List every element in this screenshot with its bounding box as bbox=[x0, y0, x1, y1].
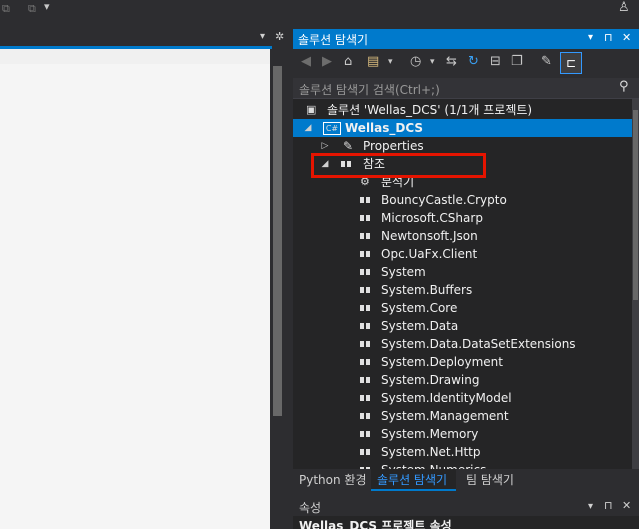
references-highlight-box bbox=[311, 153, 486, 178]
tree-item-reference[interactable]: System.Data.DataSetExtensions bbox=[293, 335, 633, 353]
layout-icon[interactable]: ⧉ bbox=[2, 2, 10, 16]
solution-explorer-title: 솔루션 탐색기 bbox=[298, 33, 369, 47]
tree-item-label: BouncyCastle.Crypto bbox=[381, 193, 507, 207]
tree-item-label: System bbox=[381, 265, 426, 279]
preview-toggle-icon[interactable]: ⊏ bbox=[560, 52, 582, 74]
tree-item-reference[interactable]: System.Core bbox=[293, 299, 633, 317]
reference-icon bbox=[360, 305, 372, 311]
tree-item-label: Opc.UaFx.Client bbox=[381, 247, 478, 261]
tab-solution-explorer[interactable]: 솔루션 탐색기 bbox=[377, 471, 447, 488]
reference-icon bbox=[360, 359, 372, 365]
properties-subtitle: Wellas_DCS 프로젝트 속성 bbox=[299, 519, 452, 529]
top-toolbar-strip bbox=[0, 0, 639, 28]
tree-item-reference[interactable]: BouncyCastle.Crypto bbox=[293, 191, 633, 209]
tab-python-environments[interactable]: Python 환경 bbox=[299, 471, 367, 488]
refresh-icon[interactable]: ↻ bbox=[468, 54, 479, 69]
tree-item-label: System.IdentityModel bbox=[381, 391, 512, 405]
editor-scroll-thumb[interactable] bbox=[273, 66, 282, 416]
tree-item-reference[interactable]: System.IdentityModel bbox=[293, 389, 633, 407]
editor-header bbox=[0, 49, 270, 65]
tree-item-reference[interactable]: System.Management bbox=[293, 407, 633, 425]
tree-item-label: System.Buffers bbox=[381, 283, 473, 297]
properties-wrench-icon[interactable]: ✎ bbox=[541, 54, 552, 69]
tree-item-label: System.Memory bbox=[381, 427, 479, 441]
reference-icon bbox=[360, 377, 372, 383]
account-icon[interactable]: ♙ bbox=[618, 0, 630, 15]
reference-icon bbox=[360, 323, 372, 329]
tree-item-label: System.Data bbox=[381, 319, 459, 333]
reference-icon bbox=[360, 341, 372, 347]
window-position-icon[interactable]: ▾ bbox=[588, 501, 593, 512]
tree-item-reference[interactable]: Microsoft.CSharp bbox=[293, 209, 633, 227]
reference-icon bbox=[360, 215, 372, 221]
window-position-icon[interactable]: ▾ bbox=[588, 32, 593, 43]
tree-item-label: Microsoft.CSharp bbox=[381, 211, 483, 225]
tree-item-reference[interactable]: System bbox=[293, 263, 633, 281]
reference-icon bbox=[360, 413, 372, 419]
close-icon[interactable]: ✕ bbox=[622, 499, 631, 512]
chevron-down-icon[interactable]: ▾ bbox=[430, 57, 435, 67]
reference-icon bbox=[360, 269, 372, 275]
tree-item-label: System.Deployment bbox=[381, 355, 503, 369]
chevron-down-icon[interactable]: ▾ bbox=[44, 0, 50, 13]
tab-dropdown-icon[interactable]: ▾ bbox=[260, 31, 265, 42]
expanded-arrow-icon[interactable]: ◢ bbox=[302, 119, 314, 137]
tree-item-label: System.Numerics bbox=[381, 461, 486, 469]
search-icon[interactable]: ⚲ bbox=[619, 79, 629, 94]
reference-icon bbox=[360, 197, 372, 203]
close-icon[interactable]: ✕ bbox=[622, 31, 631, 44]
properties-title: 속성 bbox=[299, 501, 322, 515]
pin-icon[interactable]: ⊓ bbox=[604, 499, 613, 512]
reference-icon bbox=[360, 431, 372, 437]
tree-item-reference[interactable]: System.Net.Http bbox=[293, 443, 633, 461]
settings-icon[interactable]: ✲ bbox=[275, 30, 284, 43]
chevron-down-icon[interactable]: ▾ bbox=[388, 57, 393, 67]
tree-item-project[interactable]: ◢ C# Wellas_DCS bbox=[293, 119, 633, 137]
forward-icon[interactable]: ▶ bbox=[322, 54, 332, 69]
home-icon[interactable]: ⌂ bbox=[344, 54, 352, 69]
editor-tab-strip bbox=[0, 30, 289, 46]
tree-item-reference[interactable]: System.Deployment bbox=[293, 353, 633, 371]
tree-item-label: Newtonsoft.Json bbox=[381, 229, 478, 243]
search-input[interactable]: 솔루션 탐색기 검색(Ctrl+;) bbox=[299, 81, 440, 98]
reference-icon bbox=[360, 233, 372, 239]
reference-icon bbox=[360, 287, 372, 293]
tree-scroll-thumb[interactable] bbox=[633, 110, 638, 300]
tree-item-label: System.Drawing bbox=[381, 373, 480, 387]
tree-item-reference[interactable]: System.Drawing bbox=[293, 371, 633, 389]
tree-item-reference[interactable]: Newtonsoft.Json bbox=[293, 227, 633, 245]
tree-item-label: System.Net.Http bbox=[381, 445, 481, 459]
tree-item-reference[interactable]: Opc.UaFx.Client bbox=[293, 245, 633, 263]
switch-views-icon[interactable]: ▤ bbox=[367, 54, 379, 69]
tree-item-label: 솔루션 'Wellas_DCS' (1/1개 프로젝트) bbox=[327, 103, 533, 117]
tree-item-label: System.Data.DataSetExtensions bbox=[381, 337, 576, 351]
layout-icon-2[interactable]: ⧉ bbox=[28, 2, 36, 16]
reference-icon bbox=[360, 449, 372, 455]
reference-icon bbox=[360, 395, 372, 401]
show-all-files-icon[interactable]: ❐ bbox=[511, 54, 523, 69]
tree-item-label: System.Core bbox=[381, 301, 458, 315]
sync-icon[interactable]: ⇆ bbox=[446, 54, 457, 69]
back-icon[interactable]: ◀ bbox=[301, 54, 311, 69]
tree-item-solution[interactable]: ▣ 솔루션 'Wellas_DCS' (1/1개 프로젝트) bbox=[293, 101, 633, 119]
pin-icon[interactable]: ⊓ bbox=[604, 31, 613, 44]
tree-item-label: Wellas_DCS bbox=[345, 121, 424, 135]
tree-item-reference[interactable]: System.Memory bbox=[293, 425, 633, 443]
tree-item-reference[interactable]: System.Buffers bbox=[293, 281, 633, 299]
reference-icon bbox=[360, 251, 372, 257]
collapse-all-icon[interactable]: ⊟ bbox=[490, 54, 501, 69]
tree-item-label: System.Management bbox=[381, 409, 509, 423]
history-icon[interactable]: ◷ bbox=[410, 54, 421, 69]
editor-pane[interactable] bbox=[0, 64, 270, 529]
csharp-project-icon: C# bbox=[323, 122, 341, 135]
tab-team-explorer[interactable]: 팀 탐색기 bbox=[466, 471, 514, 488]
tree-item-reference[interactable]: System.Numerics bbox=[293, 461, 633, 469]
solution-icon: ▣ bbox=[306, 103, 317, 116]
tree-item-reference[interactable]: System.Data bbox=[293, 317, 633, 335]
